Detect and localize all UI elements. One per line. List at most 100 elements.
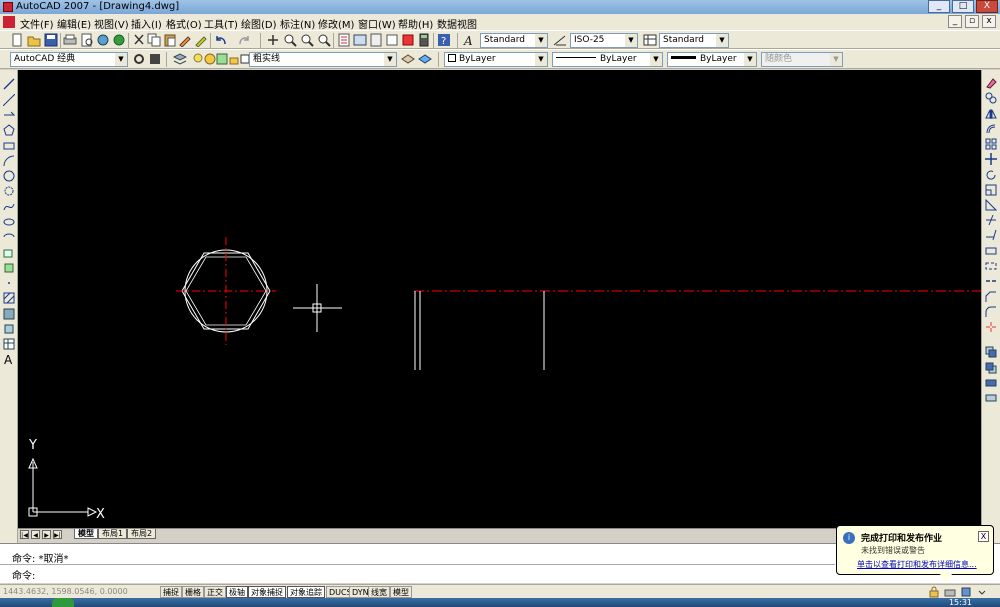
properties-icon[interactable] <box>337 33 351 47</box>
tab-nav-first-button[interactable]: |◀ <box>20 530 29 539</box>
paste-icon[interactable] <box>163 33 177 47</box>
zoom-previous-icon[interactable] <box>317 33 331 47</box>
publish-icon[interactable] <box>96 33 110 47</box>
tool-palettes-icon[interactable] <box>369 33 383 47</box>
markup-icon[interactable] <box>401 33 415 47</box>
trim-icon[interactable] <box>985 214 997 226</box>
stretch-icon[interactable] <box>985 199 997 211</box>
menu-dataview[interactable]: 数据视图 <box>437 16 477 31</box>
match-properties-icon[interactable] <box>178 33 192 47</box>
save-icon[interactable] <box>44 33 58 47</box>
polygon-icon[interactable] <box>3 124 15 136</box>
tab-model[interactable]: 模型 <box>74 529 98 539</box>
tray-settings-icon[interactable] <box>960 586 972 598</box>
plot-status-icon[interactable] <box>944 586 956 598</box>
design-center-icon[interactable] <box>353 33 367 47</box>
snap-toggle[interactable]: 捕捉 <box>160 586 182 598</box>
undo-icon[interactable] <box>214 33 228 47</box>
draworder-above-icon[interactable] <box>985 377 997 389</box>
ellipse-arc-icon[interactable] <box>3 231 15 243</box>
tab-layout2[interactable]: 布局2 <box>127 529 157 539</box>
plot-preview-icon[interactable] <box>80 33 94 47</box>
maximize-button[interactable]: □ <box>952 0 974 13</box>
tab-layout1[interactable]: 布局1 <box>98 529 128 539</box>
tab-nav-last-button[interactable]: ▶| <box>53 530 62 539</box>
menu-format[interactable]: 格式(O) <box>166 16 202 31</box>
explode-icon[interactable] <box>985 321 997 333</box>
workspace-select[interactable]: AutoCAD 经典 ▼ <box>10 52 128 67</box>
quickcalc-icon[interactable] <box>417 33 431 47</box>
redo-icon[interactable] <box>237 33 251 47</box>
region-icon[interactable] <box>3 323 15 335</box>
workspace-save-icon[interactable] <box>148 52 162 66</box>
menu-file[interactable]: 文件(F) <box>20 16 54 31</box>
rotate-icon[interactable] <box>985 169 997 181</box>
revision-cloud-icon[interactable] <box>3 185 15 197</box>
color-select[interactable]: ByLayer ▼ <box>444 52 548 67</box>
autocad-app-icon[interactable] <box>3 2 13 12</box>
mirror-icon[interactable] <box>985 108 997 120</box>
block-editor-icon[interactable] <box>194 33 208 47</box>
tab-nav-prev-button[interactable]: ◀ <box>31 530 40 539</box>
fillet-icon[interactable] <box>985 306 997 318</box>
notification-details-link[interactable]: 单击以查看打印和发布详细信息... <box>857 559 977 570</box>
polyline-icon[interactable] <box>3 109 15 121</box>
otrack-toggle[interactable]: 对象追踪 <box>287 586 325 598</box>
pan-icon[interactable] <box>266 33 280 47</box>
draworder-back-icon[interactable] <box>985 362 997 374</box>
command-prompt[interactable]: 命令: <box>12 567 35 582</box>
workspace-settings-icon[interactable] <box>132 52 146 66</box>
osnap-toggle[interactable]: 对象捕捉 <box>248 586 286 598</box>
zoom-window-icon[interactable] <box>300 33 314 47</box>
construction-line-icon[interactable] <box>3 94 15 106</box>
ellipse-icon[interactable] <box>3 216 15 228</box>
menu-dimension[interactable]: 标注(N) <box>280 16 315 31</box>
tab-nav-next-button[interactable]: ▶ <box>42 530 51 539</box>
spline-icon[interactable] <box>3 201 15 213</box>
table-style-select[interactable]: Standard ▼ <box>659 33 729 48</box>
menu-help[interactable]: 帮助(H) <box>398 16 433 31</box>
extend-icon[interactable] <box>985 229 997 241</box>
lineweight-select[interactable]: ByLayer ▼ <box>667 52 757 67</box>
drawing-canvas[interactable]: X Y <box>18 70 981 528</box>
table-icon[interactable] <box>3 338 15 350</box>
close-button[interactable]: X <box>976 0 998 13</box>
dimension-style-select[interactable]: ISO-25 ▼ <box>570 33 638 48</box>
polar-toggle[interactable]: 极轴 <box>226 586 248 598</box>
lineweight-toggle[interactable]: 线宽 <box>368 586 390 598</box>
doc-restore-button[interactable]: ▫ <box>965 15 979 28</box>
etransmit-icon[interactable] <box>112 33 126 47</box>
menu-window[interactable]: 窗口(W) <box>358 16 396 31</box>
sheet-set-icon[interactable] <box>385 33 399 47</box>
zoom-realtime-icon[interactable] <box>283 33 297 47</box>
multiline-text-icon[interactable]: A <box>3 353 15 365</box>
insert-block-icon[interactable] <box>3 247 15 259</box>
layer-manager-icon[interactable] <box>173 52 187 66</box>
arc-icon[interactable] <box>3 155 15 167</box>
menu-edit[interactable]: 编辑(E) <box>57 16 91 31</box>
menu-modify[interactable]: 修改(M) <box>318 16 354 31</box>
layer-previous-icon[interactable] <box>418 52 432 66</box>
scale-icon[interactable] <box>985 184 997 196</box>
start-button[interactable] <box>52 598 74 607</box>
copy-object-icon[interactable] <box>985 92 997 104</box>
doc-close-button[interactable]: x <box>982 15 996 28</box>
break-at-point-icon[interactable] <box>985 245 997 257</box>
new-file-icon[interactable] <box>10 33 24 47</box>
chamfer-icon[interactable] <box>985 291 997 303</box>
document-icon[interactable] <box>3 16 15 28</box>
coordinate-readout[interactable]: 1443.4632, 1598.0546, 0.0000 <box>3 586 153 598</box>
help-icon[interactable]: ? <box>437 33 451 47</box>
doc-minimize-button[interactable]: _ <box>948 15 962 28</box>
move-icon[interactable] <box>985 153 997 165</box>
cut-icon[interactable] <box>132 33 146 47</box>
linetype-select[interactable]: ByLayer ▼ <box>552 52 663 67</box>
menu-insert[interactable]: 插入(I) <box>131 16 162 31</box>
lock-icon[interactable] <box>928 586 940 598</box>
draworder-under-icon[interactable] <box>985 392 997 404</box>
notification-close-button[interactable]: X <box>978 531 989 542</box>
open-file-icon[interactable] <box>27 33 41 47</box>
menu-draw[interactable]: 绘图(D) <box>241 16 277 31</box>
copy-icon[interactable] <box>147 33 161 47</box>
array-icon[interactable] <box>985 138 997 150</box>
